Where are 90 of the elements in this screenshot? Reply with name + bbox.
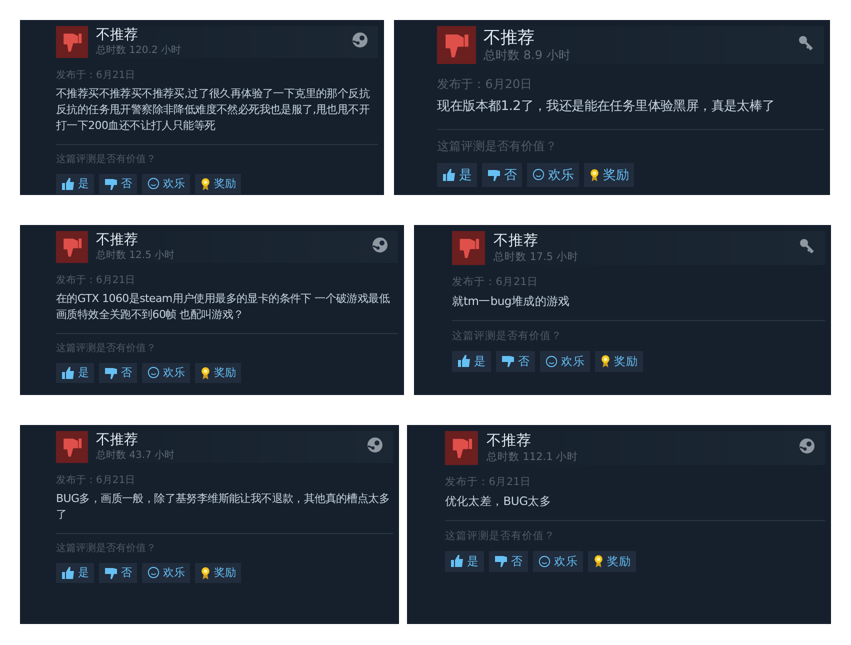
posted-date: 发布于：6月21日 — [444, 475, 532, 490]
award-button[interactable]: 奖励 — [195, 562, 241, 583]
no-button[interactable]: 否 — [99, 174, 137, 194]
funny-button[interactable]: 欢乐 — [142, 174, 190, 194]
thumbs-up-icon — [61, 366, 75, 380]
yes-button[interactable]: 是 — [56, 174, 94, 194]
funny-button[interactable]: 欢乐 — [540, 350, 590, 372]
thumbs-up-icon — [61, 566, 75, 580]
yes-button[interactable]: 是 — [56, 562, 94, 583]
thumbs-down-icon — [56, 26, 88, 58]
posted-date: 发布于：6月21日 — [452, 275, 539, 290]
thumbs-down-icon — [104, 366, 118, 380]
funny-button[interactable]: 欢乐 — [527, 162, 580, 187]
thumbs-down-icon — [104, 566, 118, 580]
thumbs-down-icon — [444, 431, 478, 465]
thumbs-down-icon — [437, 26, 476, 64]
no-button[interactable]: 否 — [488, 550, 528, 572]
award-button[interactable]: 奖励 — [195, 362, 241, 383]
playtime-hours: 总时数 43.7 小时 — [96, 448, 176, 462]
posted-date: 发布于：6月21日 — [56, 474, 136, 487]
helpful-question: 这篇评测是否有价值？ — [56, 152, 157, 166]
award-button[interactable]: 奖励 — [588, 550, 636, 572]
thumbs-up-icon — [450, 554, 464, 568]
review-text: 现在版本都1.2了，我还是能在任务里体验黑屏，真是太棒了 — [437, 98, 776, 116]
award-ribbon-icon — [200, 566, 211, 580]
no-button[interactable]: 否 — [496, 350, 535, 372]
award-ribbon-icon — [600, 354, 611, 368]
helpful-question: 这篇评测是否有价值？ — [444, 528, 556, 543]
review-text: 不推荐买不推荐买不推荐买,过了很久再体验了一下克里的那个反抗反抗的任务甩开警察除非降低难度不然必死我也是服了,甩也甩不开打一下200血还不让打人只能等死 — [56, 86, 371, 134]
award-ribbon-icon — [589, 168, 600, 182]
thumbs-down-icon — [452, 231, 486, 265]
steam-logo-icon — [799, 438, 815, 454]
review-text: 在的GTX 1060是steam用户使用最多的显卡的条件下 一个破游戏最低画质特效全关跑不到60帧 也配叫游戏？ — [56, 291, 391, 323]
steam-logo-icon — [352, 32, 368, 48]
helpful-question: 这篇评测是否有价值？ — [56, 342, 157, 355]
no-button[interactable]: 否 — [99, 562, 137, 583]
review-text: 优化太差，BUG太多 — [444, 493, 552, 510]
thumbs-down-icon — [500, 354, 515, 368]
no-button[interactable]: 否 — [99, 362, 137, 383]
helpful-question: 这篇评测是否有价值？ — [437, 138, 558, 155]
funny-button[interactable]: 欢乐 — [142, 562, 190, 583]
thumbs-up-icon — [442, 168, 456, 182]
thumbs-down-icon — [494, 554, 508, 568]
smiley-icon — [147, 177, 160, 190]
award-ribbon-icon — [592, 554, 604, 568]
no-button[interactable]: 否 — [482, 162, 522, 187]
posted-date: 发布于：6月21日 — [56, 69, 136, 82]
thumbs-down-icon — [487, 168, 502, 182]
review-verdict: 不推荐 — [96, 26, 139, 44]
steam-logo-icon — [367, 437, 383, 453]
yes-button[interactable]: 是 — [56, 362, 94, 383]
yes-button[interactable]: 是 — [437, 162, 478, 187]
thumbs-up-icon — [61, 176, 75, 191]
review-text: 就tm一bug堆成的游戏 — [452, 293, 571, 310]
award-ribbon-icon — [200, 366, 211, 380]
playtime-hours: 总时数 17.5 小时 — [493, 250, 580, 264]
posted-date: 发布于：6月21日 — [56, 274, 136, 287]
thumbs-down-icon — [104, 176, 118, 191]
thumbs-down-icon — [56, 431, 88, 463]
smiley-icon — [538, 554, 551, 568]
playtime-hours: 总时数 120.2 小时 — [96, 44, 182, 58]
yes-button[interactable]: 是 — [452, 350, 491, 372]
award-button[interactable]: 奖励 — [594, 350, 643, 372]
review-verdict: 不推荐 — [484, 26, 536, 47]
key-icon — [799, 238, 815, 254]
award-button[interactable]: 奖励 — [584, 162, 634, 187]
smiley-icon — [544, 354, 558, 368]
thumbs-up-icon — [456, 354, 471, 368]
posted-date: 发布于：6月20日 — [437, 76, 534, 94]
award-ribbon-icon — [200, 176, 211, 191]
playtime-hours: 总时数 12.5 小时 — [96, 248, 176, 262]
smiley-icon — [532, 168, 546, 182]
funny-button[interactable]: 欢乐 — [142, 362, 190, 383]
yes-button[interactable]: 是 — [444, 550, 484, 572]
playtime-hours: 总时数 112.1 小时 — [486, 450, 580, 464]
key-icon — [798, 35, 814, 52]
review-text: BUG多，画质一般，除了基努李维斯能让我不退款，其他真的槽点太多了 — [56, 491, 391, 523]
thumbs-down-icon — [56, 231, 88, 263]
award-button[interactable]: 奖励 — [195, 174, 241, 194]
helpful-question: 这篇评测是否有价值？ — [452, 328, 563, 343]
smiley-icon — [147, 566, 160, 580]
review-verdict: 不推荐 — [96, 432, 139, 448]
helpful-question: 这篇评测是否有价值？ — [56, 542, 157, 555]
funny-button[interactable]: 欢乐 — [532, 550, 583, 572]
review-verdict: 不推荐 — [486, 432, 532, 450]
review-verdict: 不推荐 — [96, 232, 139, 248]
playtime-hours: 总时数 8.9 小时 — [484, 46, 572, 64]
steam-logo-icon — [372, 237, 388, 253]
review-verdict: 不推荐 — [493, 232, 540, 250]
smiley-icon — [147, 366, 160, 380]
